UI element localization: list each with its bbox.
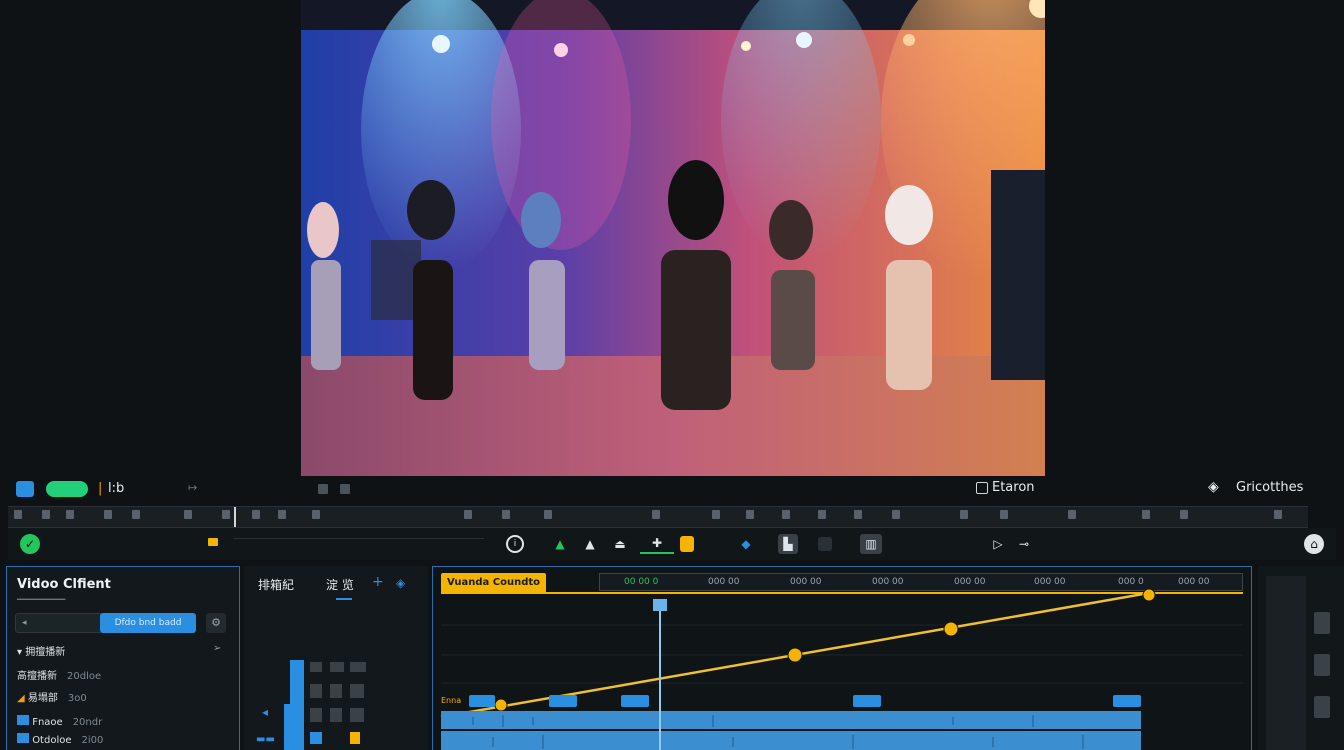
clip-icon <box>17 715 29 725</box>
diamond-icon[interactable]: ◆ <box>736 534 756 554</box>
keyframe-timeline[interactable]: Vuanda Coundto 00 00 0 000 00 000 00 000… <box>432 566 1252 750</box>
home-icon[interactable]: ⌂ <box>1304 534 1324 554</box>
add-icon[interactable]: + <box>372 574 384 590</box>
pause-icon[interactable] <box>340 484 350 494</box>
primary-action-button[interactable]: Dfdo bnd badd <box>100 613 196 633</box>
chevron-down-icon: ▾ <box>17 647 26 658</box>
confirm-icon[interactable]: ✓ <box>20 534 40 554</box>
audio-panel: 排箱紀 淀 览 + ◈ ◂ ▬▬ <box>244 566 428 750</box>
refresh-icon[interactable]: ◈ <box>396 576 405 590</box>
scroll-track[interactable] <box>1266 576 1306 750</box>
video-editor: | l:b ↦ Etaron ◈ Gricotthes ✓ i ▲ ▲ ⏏ ✚ … <box>0 0 1344 750</box>
clip-icon <box>17 733 29 743</box>
chevron-right-icon[interactable]: ▷ <box>988 534 1008 554</box>
panel-header-left[interactable]: 排箱紀 <box>258 576 294 593</box>
keyframe-graph[interactable]: Enna <box>433 567 1253 750</box>
trim-icon[interactable]: ▲ <box>550 534 570 554</box>
list-item[interactable]: ◢ 易塌部 3o0 <box>17 689 87 704</box>
panel-title: Vidoo Clfient <box>17 577 111 592</box>
record-toggle[interactable] <box>46 481 88 497</box>
ruler-playhead[interactable] <box>234 507 236 527</box>
link-icon[interactable]: ⊸ <box>1014 534 1034 554</box>
list-item[interactable]: Fnaoe 20ndr <box>17 715 102 728</box>
far-right-label: Gricotthes <box>1236 480 1304 495</box>
square-icon[interactable] <box>818 537 832 551</box>
info-icon[interactable]: i <box>506 535 524 553</box>
panel-subtitle: ━━━━━━━━━━ <box>17 595 66 604</box>
list-item[interactable]: 高擅播新 20dloe <box>17 667 101 682</box>
logo-icon <box>16 481 34 497</box>
search-field[interactable]: ◂ <box>15 613 103 633</box>
panel-button[interactable] <box>1314 612 1330 634</box>
right-side-panel <box>1258 566 1344 750</box>
level-meter: ◂ ▬▬ <box>256 660 366 750</box>
list-item[interactable]: Otdoloe 2i00 <box>17 733 103 746</box>
svg-text:◂: ◂ <box>262 705 268 719</box>
preview-frame <box>301 0 1045 476</box>
panel-button[interactable] <box>1314 696 1330 718</box>
arrow-right-icon[interactable]: ↦ <box>188 481 197 494</box>
transport-bar: | l:b ↦ Etaron ◈ Gricotthes <box>0 476 1344 504</box>
shield-icon[interactable]: ◈ <box>1208 479 1219 495</box>
keyframe-icon[interactable] <box>208 538 218 546</box>
right-label: Etaron <box>992 480 1035 495</box>
panel-header-right[interactable]: 淀 览 <box>326 576 354 593</box>
svg-text:▬▬: ▬▬ <box>256 734 275 745</box>
list-item[interactable]: ▾ 拥擅播新 ➢ <box>17 643 221 658</box>
clip-inspector-panel: Vidoo Clfient ━━━━━━━━━━ ◂ Dfdo bnd badd… <box>6 566 240 750</box>
stop-icon[interactable] <box>318 484 328 494</box>
crop-icon[interactable]: ▙ <box>778 534 798 554</box>
grid-icon[interactable]: ▥ <box>860 534 882 554</box>
clip-icon[interactable] <box>680 536 694 552</box>
time-ruler[interactable] <box>8 506 1308 528</box>
video-preview[interactable] <box>301 0 1045 476</box>
gear-icon[interactable]: ⚙ <box>206 613 226 633</box>
panel-button[interactable] <box>1314 654 1330 676</box>
move-tool-icon[interactable]: ✚ <box>640 534 674 554</box>
checkbox-icon[interactable] <box>976 482 988 494</box>
marker-icon: ◢ <box>17 693 28 704</box>
split-icon[interactable]: ▲ <box>580 534 600 554</box>
marker-icon: | <box>98 481 103 496</box>
arrow-icon: ➢ <box>213 643 222 654</box>
ripple-icon[interactable]: ⏏ <box>610 534 630 554</box>
frame-label: l:b <box>108 481 125 496</box>
editing-toolbar: ✓ i ▲ ▲ ⏏ ✚ ◆ ▙ ▥ ▷ ⊸ ⌂ <box>8 528 1336 560</box>
svg-text:Enna: Enna <box>441 696 461 705</box>
